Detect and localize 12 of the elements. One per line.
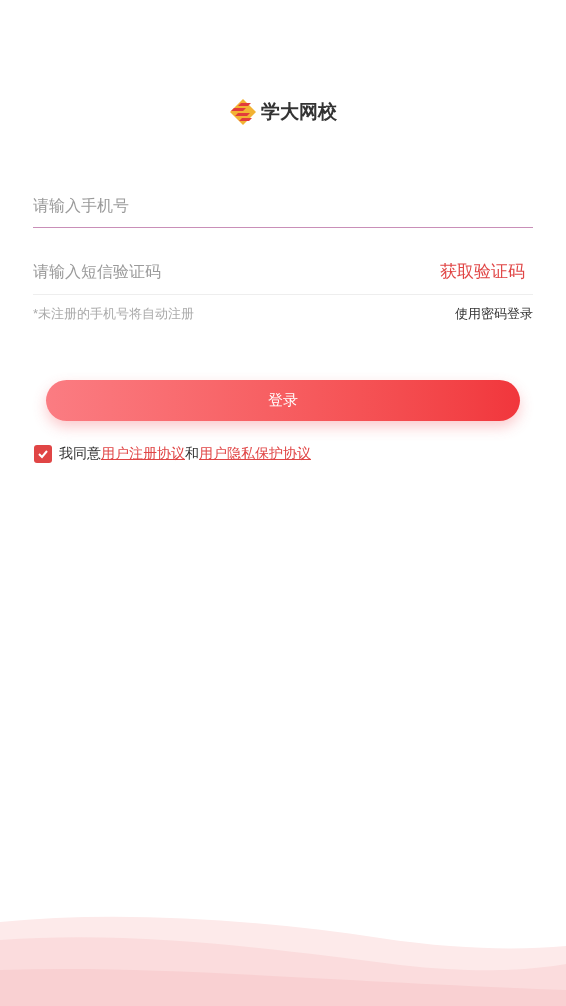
privacy-policy-link[interactable]: 用户隐私保护协议 — [199, 445, 311, 461]
agreement-text: 我同意用户注册协议和用户隐私保护协议 — [59, 444, 311, 463]
code-field[interactable]: 请输入短信验证码 — [33, 259, 440, 284]
logo-text: 学大网校 — [261, 100, 337, 124]
auto-register-hint: *未注册的手机号将自动注册 — [33, 304, 195, 323]
logo-icon — [229, 98, 257, 127]
get-code-button[interactable]: 获取验证码 — [440, 258, 533, 285]
agree-checkbox[interactable] — [34, 444, 52, 463]
login-button[interactable]: 登录 — [46, 380, 520, 421]
phone-field[interactable]: 请输入手机号 — [33, 193, 533, 218]
password-login-link[interactable]: 使用密码登录 — [455, 303, 533, 323]
user-agreement-link[interactable]: 用户注册协议 — [101, 445, 185, 461]
